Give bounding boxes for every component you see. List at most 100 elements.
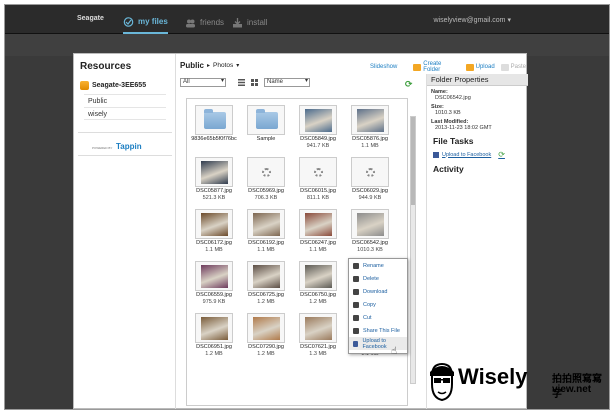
file-tile[interactable]: DSC07621.jpg 1.3 MB (295, 313, 341, 361)
file-thumbnail[interactable] (299, 261, 337, 291)
file-tile[interactable]: DSC06542.jpg 1010.3 KB (347, 209, 393, 257)
file-tasks-title: File Tasks (433, 136, 474, 146)
share-icon (353, 327, 359, 334)
tree-item-wisely[interactable]: wisely (84, 107, 166, 120)
properties-title: Folder Properties (427, 74, 528, 86)
nav-my-files[interactable]: my files (123, 11, 168, 34)
file-tile[interactable]: Sample (243, 105, 289, 153)
file-tile[interactable]: DSC06559.jpg 975.9 KB (191, 261, 237, 309)
sort-select[interactable]: Name (264, 77, 310, 87)
file-tile[interactable]: DSC05849.jpg 941.7 KB (295, 105, 341, 153)
refresh-icon[interactable]: ⟳ (405, 79, 413, 90)
file-thumbnail[interactable] (247, 157, 285, 187)
activity-title: Activity (433, 164, 464, 174)
facebook-upload-link[interactable]: Upload to Facebook ⟳ (427, 150, 528, 159)
file-thumbnail[interactable] (299, 209, 337, 239)
photo-image (357, 213, 384, 236)
file-thumbnail[interactable] (299, 105, 337, 135)
filter-row: All Name (180, 76, 420, 88)
file-tile[interactable]: DSC06172.jpg 1.1 MB (191, 209, 237, 257)
watermark-text: Wisely (458, 364, 528, 389)
context-menu-label: Delete (363, 275, 379, 282)
context-menu-label: Download (363, 288, 388, 295)
context-menu-item-share-this-file[interactable]: Share This File (349, 324, 407, 337)
chevron-down-icon[interactable]: ▾ (236, 62, 239, 69)
watermark-domain: view.net (552, 384, 592, 395)
drive-item[interactable]: Seagate-3EE655 (80, 78, 170, 92)
file-tile[interactable]: DSC06029.jpg 944.9 KB (347, 157, 393, 205)
file-tile[interactable]: DSC06951.jpg 1.2 MB (191, 313, 237, 361)
context-menu-item-upload-to-facebook[interactable]: Upload to Facebook (349, 337, 407, 350)
file-thumbnail[interactable] (299, 313, 337, 343)
file-tile[interactable]: DSC07290.jpg 1.2 MB (243, 313, 289, 361)
create-folder-button[interactable]: Create Folder (413, 61, 459, 73)
file-tile[interactable]: DSC06750.jpg 1.2 MB (295, 261, 341, 309)
file-thumbnail[interactable] (351, 209, 389, 239)
paste-button[interactable]: Paste (500, 61, 526, 73)
user-menu[interactable]: wiselyview@gmail.com ▾ (433, 16, 511, 24)
drive-icon (80, 80, 89, 90)
breadcrumb-current[interactable]: Photos (213, 62, 233, 69)
list-view-icon[interactable] (238, 78, 245, 86)
file-thumbnail[interactable] (195, 261, 233, 291)
context-menu-item-rename[interactable]: Rename (349, 259, 407, 272)
file-tile[interactable]: DSC05969.jpg 706.3 KB (243, 157, 289, 205)
context-menu-item-download[interactable]: Download (349, 285, 407, 298)
file-tile[interactable]: DSC06725.jpg 1.2 MB (243, 261, 289, 309)
file-tile[interactable]: DSC05876.jpg 1.1 MB (347, 105, 393, 153)
scroll-thumb[interactable] (411, 117, 415, 205)
context-menu-item-copy[interactable]: Copy (349, 298, 407, 311)
file-thumbnail[interactable] (247, 105, 285, 135)
file-name: DSC06172.jpg (196, 240, 232, 246)
file-thumbnail[interactable] (195, 209, 233, 239)
file-tile[interactable]: DSC06192.jpg 1.1 MB (243, 209, 289, 257)
face-logo-icon (430, 362, 454, 402)
file-size: 706.3 KB (254, 195, 278, 201)
scissors-icon (353, 314, 359, 321)
file-thumbnail[interactable] (195, 105, 233, 135)
file-tile[interactable]: DSC05877.jpg 521.3 KB (191, 157, 237, 205)
file-thumbnail[interactable] (351, 105, 389, 135)
file-size: 941.7 KB (306, 143, 330, 149)
file-thumbnail[interactable] (195, 157, 233, 187)
file-name: DSC06029.jpg (352, 188, 388, 194)
facebook-icon (353, 340, 359, 347)
file-name: DSC05849.jpg (300, 136, 336, 142)
refresh-icon[interactable]: ⟳ (498, 150, 505, 159)
user-email: wiselyview@gmail.com (433, 17, 506, 24)
file-thumbnail[interactable] (247, 313, 285, 343)
upload-label: Upload (475, 64, 495, 70)
file-size: 1.1 MB (257, 247, 275, 253)
nav-friends[interactable]: friends (185, 11, 224, 34)
tappin-banner[interactable]: POWERED BY Tappin (78, 132, 172, 156)
sort-value: Name (267, 78, 284, 85)
file-tile[interactable]: DSC06015.jpg 811.1 KB (295, 157, 341, 205)
breadcrumb-root[interactable]: Public (180, 61, 204, 70)
nav-install[interactable]: install (232, 11, 267, 34)
brand-logo: Seagate (77, 15, 104, 22)
file-thumbnail[interactable] (299, 157, 337, 187)
grid-view-icon[interactable] (251, 78, 258, 86)
chevron-down-icon: ▾ (507, 17, 511, 24)
type-filter-select[interactable]: All (180, 77, 226, 87)
file-size: 1.1 MB (361, 143, 379, 149)
upload-button[interactable]: Upload (465, 61, 495, 73)
file-name: DSC06559.jpg (196, 292, 232, 298)
context-menu-item-cut[interactable]: Cut (349, 311, 407, 324)
tree-item-public[interactable]: Public (84, 94, 166, 107)
context-menu-item-delete[interactable]: Delete (349, 272, 407, 285)
file-tile[interactable]: 9836e65b5f0f76bc (191, 105, 237, 153)
photo-image (201, 213, 228, 236)
file-thumbnail[interactable] (247, 261, 285, 291)
slideshow-button[interactable]: Slideshow (370, 61, 397, 73)
file-thumbnail[interactable] (195, 313, 233, 343)
file-tile[interactable]: DSC06247.jpg 1.1 MB (295, 209, 341, 257)
app-window: Seagate my files friends install wiselyv… (4, 4, 610, 410)
file-thumbnail[interactable] (247, 209, 285, 239)
photo-image (201, 317, 228, 340)
file-name: DSC06247.jpg (300, 240, 336, 246)
grid-scrollbar[interactable] (410, 116, 416, 384)
context-menu-label: Rename (363, 262, 384, 269)
file-thumbnail[interactable] (351, 157, 389, 187)
file-name: DSC06951.jpg (196, 344, 232, 350)
